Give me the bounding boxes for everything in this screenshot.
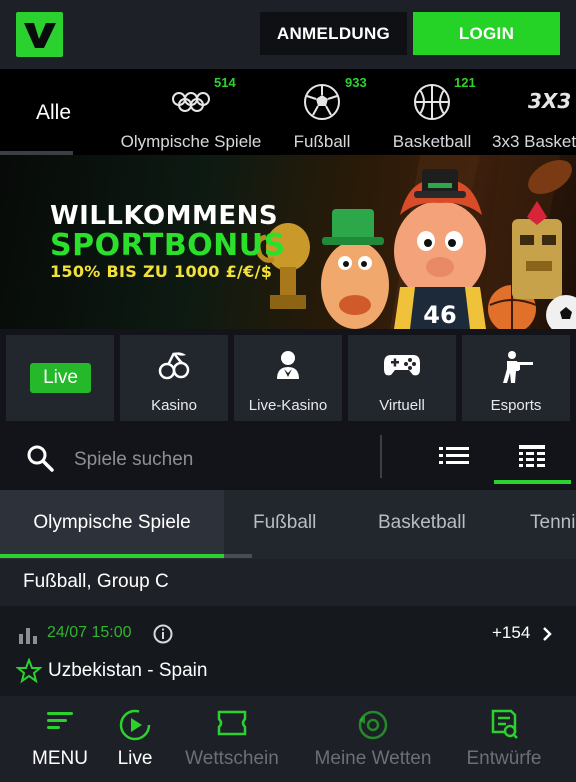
promo-banner[interactable]: 46 WILLKOMMENS SPORTBONUS 150% BIS ZU 10… (0, 155, 576, 329)
dealer-icon (277, 351, 299, 379)
bottom-navigation: MENU Live Wettschein Meine Wetten Entwür… (0, 696, 576, 782)
sport-category-strip: Alle 514 Olympische Spiele 933 Fußball 1… (0, 69, 576, 155)
search-icon[interactable] (26, 444, 54, 472)
sport-label-3x3: 3x3 Basketball (492, 132, 576, 151)
favorite-star-icon[interactable] (16, 658, 42, 684)
history-icon (358, 710, 388, 740)
tab-olympische-spiele[interactable]: Olympische Spiele (0, 490, 224, 559)
view-active-underline (494, 480, 571, 484)
category-tiles: Live Kasino Live-Kasino Virtuell Esports (0, 329, 576, 431)
event-more-markets[interactable]: +154 (492, 623, 530, 643)
tile-live[interactable]: Live (6, 335, 114, 421)
group-header: Fußball, Group C (0, 559, 576, 606)
nav-label-menu: MENU (32, 748, 88, 769)
brand-logo[interactable] (16, 12, 63, 57)
banner-title-line3: 150% BIS ZU 1000 £/€/$ (50, 262, 273, 281)
drafts-icon (491, 709, 518, 739)
event-teams: Uzbekistan - Spain (48, 660, 208, 681)
soccer-ball-icon (304, 84, 340, 120)
sport-count-football: 933 (345, 75, 367, 90)
sport-item-basketball[interactable]: 121 Basketball (386, 69, 478, 155)
3x3-icon: 3X3 (528, 89, 571, 113)
info-icon[interactable] (153, 624, 173, 644)
tab-tennis[interactable]: Tennis (530, 490, 576, 559)
nav-entwuerfe[interactable]: Entwürfe (456, 696, 552, 782)
sport-count-olympic: 514 (214, 75, 236, 90)
ticket-icon (217, 710, 247, 736)
tile-kasino[interactable]: Kasino (120, 335, 228, 421)
nav-label-entwuerfe: Entwürfe (466, 748, 542, 769)
nav-live[interactable]: Live (100, 696, 170, 782)
live-play-icon (119, 709, 151, 741)
nav-label-live: Live (117, 748, 153, 769)
tile-live-kasino[interactable]: Live-Kasino (234, 335, 342, 421)
search-divider (380, 435, 382, 478)
soldier-icon (503, 351, 533, 383)
sport-tabs: Olympische Spiele Fußball Basketball Ten… (0, 490, 576, 559)
anmeldung-button[interactable]: ANMELDUNG (260, 12, 407, 55)
gamepad-icon (384, 355, 420, 376)
sport-item-3x3[interactable]: 3X3 3x3 Basketball (492, 69, 576, 155)
sport-count-basketball: 121 (454, 75, 476, 90)
tab-basketball[interactable]: Basketball (378, 490, 466, 559)
banner-title-line1: WILLKOMMENS (50, 201, 279, 231)
basketball-icon (414, 84, 450, 120)
nav-meine-wetten[interactable]: Meine Wetten (304, 696, 442, 782)
tile-virtuell[interactable]: Virtuell (348, 335, 456, 421)
sport-item-olympic[interactable]: 514 Olympische Spiele (116, 69, 266, 155)
logo-v-icon (23, 22, 56, 48)
nav-wettschein[interactable]: Wettschein (176, 696, 288, 782)
olympic-rings-icon (172, 92, 210, 112)
tile-label-live-kasino: Live-Kasino (248, 397, 328, 414)
sport-label-basketball: Basketball (392, 132, 472, 151)
tab-fussball[interactable]: Fußball (253, 490, 316, 559)
tile-esports[interactable]: Esports (462, 335, 570, 421)
nav-label-meine-wetten: Meine Wetten (314, 748, 432, 769)
nav-menu[interactable]: MENU (20, 696, 100, 782)
tab-active-underline (0, 554, 224, 558)
list-view-icon[interactable] (437, 443, 471, 467)
svg-text:3X3: 3X3 (528, 89, 571, 113)
sport-all-label: Alle (36, 101, 72, 124)
sport-label-olympic: Olympische Spiele (120, 132, 262, 151)
banner-mascots-art: 46 (255, 155, 576, 329)
menu-icon (47, 712, 73, 729)
live-badge: Live (30, 363, 91, 393)
search-input[interactable] (74, 441, 364, 479)
app-header: ANMELDUNG LOGIN (0, 0, 576, 69)
banner-jersey-number: 46 (423, 301, 456, 329)
stats-icon[interactable] (18, 626, 38, 644)
search-row (0, 431, 576, 490)
event-datetime: 24/07 15:00 (47, 624, 132, 641)
group-title: Fußball, Group C (23, 571, 169, 592)
tile-label-esports: Esports (490, 397, 542, 414)
login-button[interactable]: LOGIN (413, 12, 560, 55)
sport-label-football: Fußball (293, 132, 351, 151)
cherries-icon (158, 352, 190, 380)
tile-label-kasino: Kasino (151, 397, 197, 414)
event-row[interactable]: 24/07 15:00 +154 Uzbekistan - Spain (0, 606, 576, 696)
banner-title-line2: SPORTBONUS (50, 228, 286, 263)
sport-item-all[interactable]: Alle (0, 69, 110, 155)
chevron-right-icon[interactable] (541, 625, 553, 643)
sport-item-football[interactable]: 933 Fußball (282, 69, 367, 155)
compact-view-icon[interactable] (517, 443, 547, 471)
nav-label-wettschein: Wettschein (185, 748, 279, 769)
tile-label-virtuell: Virtuell (379, 397, 425, 414)
